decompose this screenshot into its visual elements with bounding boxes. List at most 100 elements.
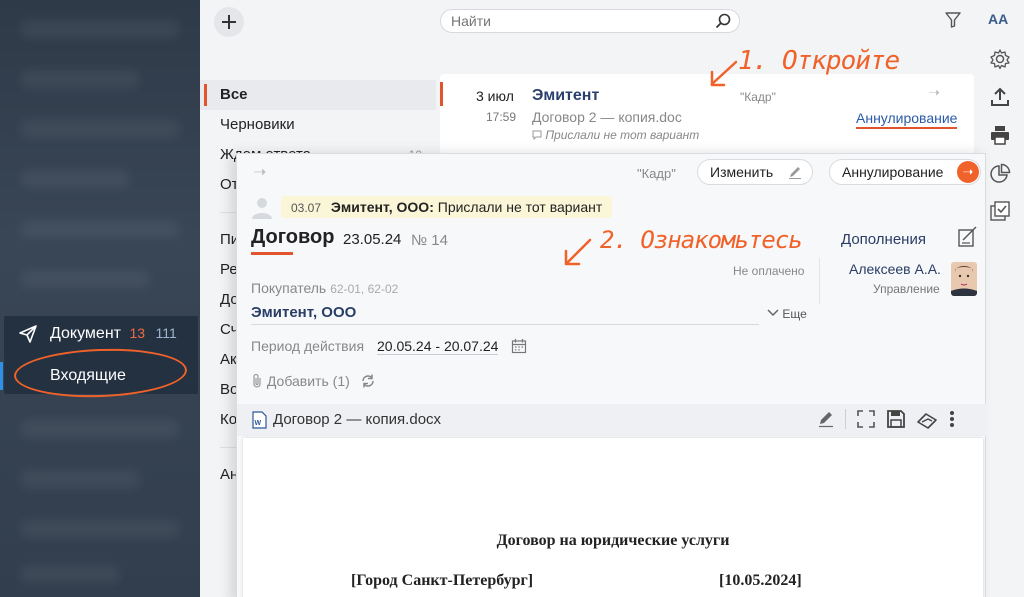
blurred-nav-item xyxy=(20,420,180,438)
annotation-step-2: 2. Ознакомьтесь xyxy=(600,226,803,254)
font-size-button[interactable]: AA xyxy=(988,11,1008,27)
item-time: 17:59 xyxy=(486,110,517,124)
sign-icon[interactable] xyxy=(916,409,938,429)
preview-city: [Город Санкт-Петербург] xyxy=(351,572,534,589)
item-sender: Эмитент xyxy=(532,87,600,104)
period-value[interactable]: 20.05.24 - 20.07.24 xyxy=(377,338,499,355)
comment-date: 03.07 xyxy=(291,201,322,215)
document-preview[interactable]: Договор на юридические услуги [Город Сан… xyxy=(243,438,983,597)
annotation-arrow-icon xyxy=(710,60,738,87)
comment-text: Прислали не тот вариант xyxy=(437,199,603,215)
save-icon[interactable] xyxy=(886,409,906,429)
preview-heading: Договор на юридические услуги xyxy=(496,532,730,549)
more-toggle[interactable]: Еще xyxy=(767,307,807,321)
edit-button-label: Изменить xyxy=(710,164,774,180)
document-number: № 14 xyxy=(411,232,448,249)
blurred-nav-item xyxy=(20,470,140,488)
blurred-nav-item xyxy=(20,220,180,238)
upload-icon[interactable] xyxy=(989,86,1011,108)
buyer-name[interactable]: Эмитент, ООО xyxy=(251,304,356,321)
item-document-name: Договор 2 — копия.doc xyxy=(532,109,682,125)
blurred-nav-item xyxy=(20,565,120,583)
comment-author: Эмитент, ООО: xyxy=(330,199,434,215)
toolbar-divider xyxy=(845,409,846,429)
calendar-icon[interactable] xyxy=(511,338,527,354)
more-vertical-icon[interactable] xyxy=(948,409,956,429)
nav-documents-new-count: 13 xyxy=(129,325,146,341)
right-toolbar: AA xyxy=(984,0,1024,597)
send-icon xyxy=(19,325,37,343)
folder-label: Черновики xyxy=(220,116,295,133)
folder-label: Ко xyxy=(220,411,238,428)
annulment-button-label: Аннулирование xyxy=(842,164,944,180)
item-date: 3 июл xyxy=(476,88,514,104)
annotation-arrow-icon xyxy=(564,238,592,266)
annulment-button[interactable]: Аннулирование ➝ xyxy=(829,159,981,185)
plus-icon xyxy=(222,15,236,29)
nav-documents-label: Документ xyxy=(50,325,121,342)
payment-status: Не оплачено xyxy=(733,264,805,278)
buyer-label: Покупатель 62-01, 62-02 xyxy=(251,280,398,296)
blurred-nav-item xyxy=(20,70,140,88)
blurred-nav-item xyxy=(20,170,130,188)
responsible-person[interactable]: Алексеев А.А. xyxy=(849,261,941,277)
title-underline xyxy=(251,252,293,255)
search-input[interactable] xyxy=(451,13,701,29)
gear-icon[interactable] xyxy=(989,48,1011,70)
buyer-label-text: Покупатель xyxy=(251,280,327,296)
document-type-title: Договор xyxy=(251,226,335,248)
refresh-icon[interactable] xyxy=(360,373,376,389)
edit-button[interactable]: Изменить xyxy=(697,159,813,185)
side-navigation: Документ 13 111 Входящие xyxy=(0,0,200,597)
svg-text:W: W xyxy=(255,420,262,427)
pie-chart-icon[interactable] xyxy=(989,163,1011,185)
card-comment: 03.07 Эмитент, ООО: Прислали не тот вари… xyxy=(281,196,613,218)
item-status[interactable]: Аннулирование xyxy=(856,110,958,129)
add-attachment-button[interactable]: Добавить (1) xyxy=(251,373,376,389)
attachment-toolbar xyxy=(817,409,956,429)
word-document-icon: W xyxy=(252,411,267,429)
blurred-nav-item xyxy=(20,20,180,38)
responsible-department: Управление xyxy=(873,282,940,296)
blurred-nav-item xyxy=(20,520,180,538)
document-sign-icon[interactable] xyxy=(957,226,979,248)
nav-item-documents[interactable]: Документ 13 111 xyxy=(18,322,177,346)
attachment-bar: W Договор 2 — копия.docx xyxy=(237,404,987,436)
item-organization: "Кадр" xyxy=(740,90,776,104)
buyer-codes: 62-01, 62-02 xyxy=(330,282,399,296)
folder-all[interactable]: Все xyxy=(200,80,436,110)
folder-drafts[interactable]: Черновики xyxy=(200,110,436,140)
blurred-nav-item xyxy=(20,270,150,288)
pencil-icon[interactable] xyxy=(817,410,835,428)
fullscreen-icon[interactable] xyxy=(856,409,876,429)
folder-label: Ак xyxy=(220,351,237,368)
checklist-icon[interactable] xyxy=(989,200,1011,222)
arrow-right-icon: ➝ xyxy=(957,161,979,183)
folder-label: Все xyxy=(220,86,248,103)
item-comment: Прислали не тот вариант xyxy=(532,128,699,142)
supplements-tab[interactable]: Дополнения xyxy=(841,231,926,248)
blurred-nav-item xyxy=(20,120,180,138)
create-button[interactable] xyxy=(214,7,244,37)
nav-documents-total-count: 111 xyxy=(155,325,177,341)
divider xyxy=(819,258,820,304)
document-card: ➝ "Кадр" Изменить Аннулирование ➝ 03.07 … xyxy=(236,153,987,597)
card-organization: "Кадр" xyxy=(637,166,676,181)
pencil-icon xyxy=(789,167,801,179)
unread-marker xyxy=(440,82,443,106)
filter-icon[interactable] xyxy=(944,11,962,29)
arrow-right-icon: ➝ xyxy=(253,164,267,181)
attachment-file-name[interactable]: Договор 2 — копия.docx xyxy=(273,411,441,428)
avatar xyxy=(951,262,977,296)
arrow-right-icon: ➝ xyxy=(928,84,940,100)
print-icon[interactable] xyxy=(989,124,1011,146)
active-indicator xyxy=(0,362,3,390)
chevron-down-icon xyxy=(767,309,779,317)
field-underline xyxy=(251,324,759,325)
item-comment-text: Прислали не тот вариант xyxy=(545,128,700,142)
search-icon[interactable] xyxy=(715,13,731,29)
period-label: Период действия xyxy=(251,338,365,354)
speech-bubble-icon xyxy=(532,130,542,141)
more-label: Еще xyxy=(782,307,807,321)
paperclip-icon xyxy=(253,373,261,388)
